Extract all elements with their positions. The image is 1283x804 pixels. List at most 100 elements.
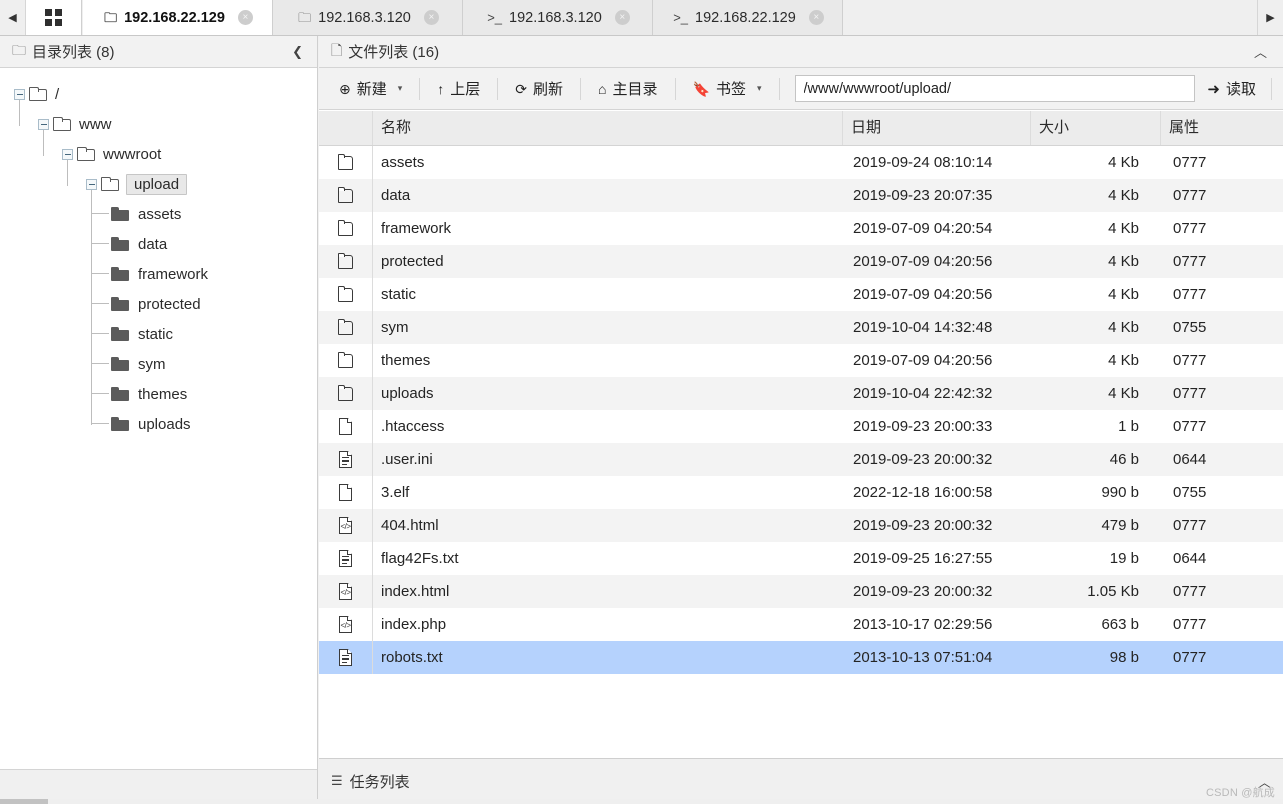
row-icon-cell: </> xyxy=(319,509,373,542)
collapse-file-panel-button[interactable]: ︿ xyxy=(1248,42,1273,61)
parent-directory-button[interactable]: ↑ 上层 xyxy=(425,74,492,104)
tree-item-framework[interactable]: framework xyxy=(0,259,317,289)
tab-192-168-3-120-files[interactable]: 🗀 192.168.3.120 × xyxy=(273,0,463,35)
expand-task-list-button[interactable]: ︿ xyxy=(1258,772,1271,791)
table-row[interactable]: static 2019-07-09 04:20:56 4 Kb 0777 xyxy=(319,278,1283,311)
tree-item-label: www xyxy=(79,115,112,133)
row-date: 2013-10-13 07:51:04 xyxy=(853,649,993,666)
tree-item-upload[interactable]: upload xyxy=(0,169,317,199)
tab-close-icon[interactable]: × xyxy=(237,10,253,25)
table-row[interactable]: </> 404.html 2019-09-23 20:00:32 479 b 0… xyxy=(319,509,1283,542)
column-header-icon[interactable] xyxy=(319,111,373,145)
folder-icon xyxy=(337,317,354,338)
tab-close-icon[interactable]: × xyxy=(614,10,630,25)
row-icon-cell xyxy=(319,476,373,509)
go-button[interactable]: ➜ 读取 xyxy=(1201,78,1266,99)
tree-toggle-icon[interactable] xyxy=(62,148,73,160)
file-list-title: 文件列表 (16) xyxy=(348,44,440,61)
tab-192-168-22-129-terminal[interactable]: >_ 192.168.22.129 × xyxy=(653,0,843,35)
tree-toggle-icon[interactable] xyxy=(14,88,25,100)
row-size: 46 b xyxy=(1109,451,1139,468)
column-header-size[interactable]: 大小 xyxy=(1031,111,1161,145)
table-row[interactable]: framework 2019-07-09 04:20:54 4 Kb 0777 xyxy=(319,212,1283,245)
dashboard-grid-button[interactable] xyxy=(26,0,82,35)
table-row[interactable]: data 2019-09-23 20:07:35 4 Kb 0777 xyxy=(319,179,1283,212)
horizontal-scrollbar[interactable] xyxy=(0,799,1283,804)
chevron-down-icon[interactable]: ▾ xyxy=(398,83,403,94)
tree-item-root[interactable]: / xyxy=(0,79,317,109)
column-header-name[interactable]: 名称 xyxy=(373,111,843,145)
row-name: data xyxy=(381,187,411,204)
row-name: sym xyxy=(381,319,409,336)
row-size: 98 b xyxy=(1109,649,1139,666)
row-size: 4 Kb xyxy=(1108,187,1139,204)
table-row[interactable]: 3.elf 2022-12-18 16:00:58 990 b 0755 xyxy=(319,476,1283,509)
terminal-icon: >_ xyxy=(487,10,503,25)
row-name: robots.txt xyxy=(381,649,443,666)
tree-item-protected[interactable]: protected xyxy=(0,289,317,319)
directory-list-panel: 🗀 目录列表 (8) ❮ / www wwwroot upload assets… xyxy=(0,36,318,804)
row-size: 479 b xyxy=(1101,517,1139,534)
tree-toggle-icon[interactable] xyxy=(86,178,97,190)
row-date: 2022-12-18 16:00:58 xyxy=(853,484,993,501)
tree-item-www[interactable]: www xyxy=(0,109,317,139)
directory-list-title: 目录列表 (8) xyxy=(32,44,115,61)
tree-toggle-icon[interactable] xyxy=(38,118,49,130)
home-icon: ⌂ xyxy=(598,80,607,97)
tab-192-168-22-129-files[interactable]: 🗀 192.168.22.129 × xyxy=(83,0,273,35)
new-button[interactable]: ⊕ 新建 ▾ xyxy=(327,74,414,104)
tree-item-label: framework xyxy=(138,265,209,283)
tree-item-wwwroot[interactable]: wwwroot xyxy=(0,139,317,169)
table-row[interactable]: .user.ini 2019-09-23 20:00:32 46 b 0644 xyxy=(319,443,1283,476)
tab-192-168-3-120-terminal[interactable]: >_ 192.168.3.120 × xyxy=(463,0,653,35)
tab-strip: 🗀 192.168.22.129 × 🗀 192.168.3.120 × >_ … xyxy=(83,0,1256,35)
row-size: 4 Kb xyxy=(1108,385,1139,402)
column-header-date[interactable]: 日期 xyxy=(843,111,1031,145)
chevron-down-icon[interactable]: ▾ xyxy=(757,83,762,94)
table-row[interactable]: sym 2019-10-04 14:32:48 4 Kb 0755 xyxy=(319,311,1283,344)
file-table: 名称 日期 大小 属性 assets 2019-09-24 08:10:14 4… xyxy=(319,111,1283,757)
row-name: protected xyxy=(381,253,444,270)
column-header-attr[interactable]: 属性 xyxy=(1161,111,1283,145)
row-attr: 0777 xyxy=(1173,286,1207,303)
row-date: 2019-09-23 20:00:32 xyxy=(853,517,993,534)
tree-item-data[interactable]: data xyxy=(0,229,317,259)
tree-item-sym[interactable]: sym xyxy=(0,349,317,379)
table-row[interactable]: flag42Fs.txt 2019-09-25 16:27:55 19 b 06… xyxy=(319,542,1283,575)
tab-close-icon[interactable]: × xyxy=(808,10,824,25)
tree-item-uploads[interactable]: uploads xyxy=(0,409,317,439)
table-row[interactable]: </> index.php 2013-10-17 02:29:56 663 b … xyxy=(319,608,1283,641)
tabs-scroll-right-button[interactable]: ▶ xyxy=(1257,0,1283,35)
row-date: 2019-09-23 20:00:32 xyxy=(853,451,993,468)
collapse-sidebar-button[interactable]: ❮ xyxy=(288,44,307,60)
table-row-selected[interactable]: robots.txt 2013-10-13 07:51:04 98 b 0777 xyxy=(319,641,1283,674)
table-row[interactable]: uploads 2019-10-04 22:42:32 4 Kb 0777 xyxy=(319,377,1283,410)
table-row[interactable]: themes 2019-07-09 04:20:56 4 Kb 0777 xyxy=(319,344,1283,377)
path-input[interactable] xyxy=(794,75,1196,102)
terminal-icon: >_ xyxy=(673,10,689,25)
tree-item-static[interactable]: static xyxy=(0,319,317,349)
tree-item-assets[interactable]: assets xyxy=(0,199,317,229)
tab-label: 192.168.3.120 xyxy=(509,9,602,26)
table-row[interactable]: .htaccess 2019-09-23 20:00:33 1 b 0777 xyxy=(319,410,1283,443)
toolbar-divider xyxy=(419,77,421,100)
row-size: 663 b xyxy=(1101,616,1139,633)
row-date: 2019-07-09 04:20:56 xyxy=(853,253,993,270)
tree-item-themes[interactable]: themes xyxy=(0,379,317,409)
folder-icon xyxy=(111,207,129,221)
folder-icon xyxy=(337,383,354,404)
tab-close-icon[interactable]: × xyxy=(423,10,439,25)
home-directory-button[interactable]: ⌂ 主目录 xyxy=(586,74,669,104)
toolbar-divider xyxy=(497,77,499,100)
bookmark-button[interactable]: 🔖 书签 ▾ xyxy=(681,74,774,104)
tabs-scroll-left-button[interactable]: ◀ xyxy=(0,0,26,35)
table-row[interactable]: protected 2019-07-09 04:20:56 4 Kb 0777 xyxy=(319,245,1283,278)
folder-icon xyxy=(111,417,129,431)
table-row[interactable]: </> index.html 2019-09-23 20:00:32 1.05 … xyxy=(319,575,1283,608)
row-icon-cell xyxy=(319,542,373,575)
tree-item-label: themes xyxy=(138,385,188,403)
refresh-button[interactable]: ⟳ 刷新 xyxy=(503,74,575,104)
text-file-icon xyxy=(337,647,354,668)
scrollbar-thumb[interactable] xyxy=(0,799,48,804)
table-row[interactable]: assets 2019-09-24 08:10:14 4 Kb 0777 xyxy=(319,146,1283,179)
